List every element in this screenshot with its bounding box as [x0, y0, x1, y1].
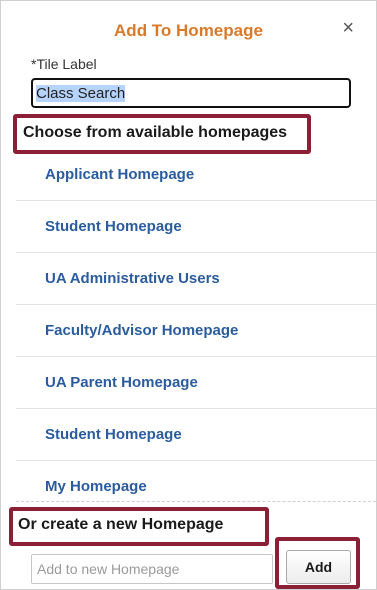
homepage-list-item[interactable]: Student Homepage: [16, 201, 376, 253]
homepage-list-item[interactable]: Applicant Homepage: [16, 149, 376, 201]
dialog-title: Add To Homepage: [114, 21, 263, 40]
homepage-list-item[interactable]: My Homepage: [16, 461, 376, 512]
new-homepage-input[interactable]: [31, 554, 273, 584]
homepage-list-item[interactable]: UA Parent Homepage: [16, 357, 376, 409]
tile-label-input[interactable]: [30, 77, 352, 109]
create-homepage-heading: Or create a new Homepage: [18, 516, 224, 533]
add-to-homepage-dialog: Add To Homepage × *Tile Label Choose fro…: [0, 0, 377, 590]
homepage-list-item[interactable]: Student Homepage: [16, 409, 376, 461]
add-button[interactable]: Add: [286, 550, 351, 584]
homepage-list-item-label: Student Homepage: [45, 426, 182, 443]
homepage-list-item-label: My Homepage: [45, 478, 147, 495]
homepage-list-item-label: Faculty/Advisor Homepage: [45, 322, 239, 339]
dialog-header: Add To Homepage ×: [1, 1, 376, 49]
homepage-list-item[interactable]: UA Administrative Users: [16, 253, 376, 305]
homepage-list: Applicant Homepage Student Homepage UA A…: [16, 149, 376, 512]
section-divider: [16, 501, 376, 502]
close-icon[interactable]: ×: [342, 18, 354, 38]
homepage-list-item-label: Student Homepage: [45, 218, 182, 235]
homepage-list-item-label: Applicant Homepage: [45, 166, 195, 183]
homepage-list-item-label: UA Parent Homepage: [45, 374, 198, 391]
homepage-list-item[interactable]: Faculty/Advisor Homepage: [16, 305, 376, 357]
homepage-list-item-label: UA Administrative Users: [45, 270, 220, 287]
tile-label-heading: *Tile Label: [31, 56, 97, 72]
choose-homepages-heading: Choose from available homepages: [23, 124, 288, 141]
